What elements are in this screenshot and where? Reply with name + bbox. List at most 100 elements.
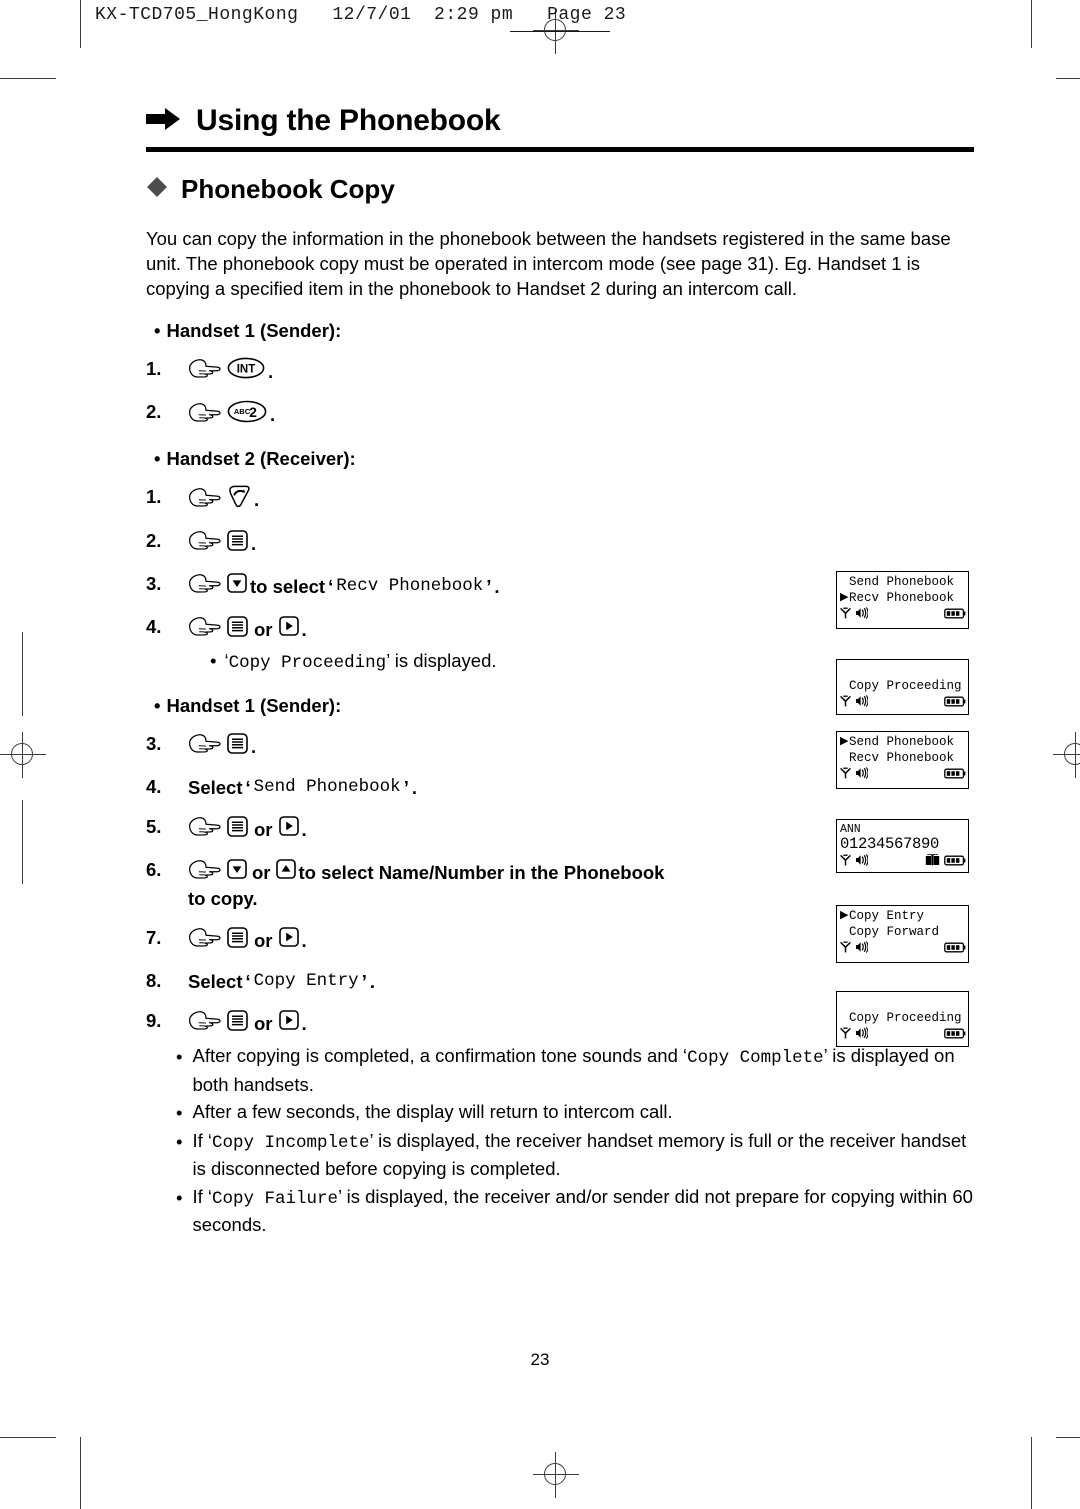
up-arrow-key-icon bbox=[275, 859, 296, 885]
down-arrow-key-icon bbox=[227, 859, 247, 885]
step-number: 9. bbox=[146, 1010, 162, 1032]
hand-pointer-icon bbox=[188, 529, 224, 557]
step-period: . bbox=[301, 1012, 307, 1034]
crop-mark-bottom-right-horizontal bbox=[1056, 1437, 1080, 1438]
cursor-arrow-icon: ▶ bbox=[840, 736, 849, 748]
registration-mark-right-middle bbox=[1053, 732, 1080, 778]
quote-close: ’ bbox=[361, 971, 367, 993]
lcd-menu-label: Copy Forward bbox=[849, 924, 940, 939]
note-fragment: If ‘ bbox=[192, 1185, 213, 1207]
speaker-icon bbox=[855, 606, 869, 624]
note-text: After a few seconds, the display will re… bbox=[192, 1099, 974, 1126]
antenna-icon bbox=[840, 1026, 851, 1044]
page-title: Using the Phonebook bbox=[196, 104, 501, 137]
note-fragment: After copying is completed, a confirmati… bbox=[192, 1045, 688, 1067]
menu-key-icon bbox=[227, 616, 248, 643]
lcd-send-phonebook: ▶ Send Phonebook Recv Phonebook bbox=[836, 731, 969, 789]
speaker-icon bbox=[855, 694, 869, 712]
hand-pointer-icon bbox=[188, 357, 224, 385]
right-arrow-icon bbox=[146, 107, 180, 135]
int-key-icon: INT bbox=[227, 357, 265, 385]
note-text: If ‘Copy Failure’ is displayed, the rece… bbox=[192, 1184, 974, 1238]
lcd-menu-row: Copy Proceeding bbox=[840, 1011, 966, 1027]
cursor-arrow-icon: ▶ bbox=[840, 910, 849, 922]
menu-value-send-phonebook: Send Phonebook bbox=[253, 777, 401, 798]
lcd-phonebook-entry: ANN 01234567890 bbox=[836, 819, 969, 873]
lcd-copy-proceeding-receiver: Copy Proceeding bbox=[836, 659, 969, 715]
lcd-menu-label: Send Phonebook bbox=[849, 575, 955, 589]
step-period: . bbox=[301, 929, 307, 951]
group-label: Handset 1 (Sender): bbox=[166, 695, 342, 717]
cursor-placeholder bbox=[840, 679, 849, 695]
crop-mark-bottom-right-vertical bbox=[1031, 1437, 1032, 1509]
note-item: • After a few seconds, the display will r… bbox=[176, 1099, 974, 1126]
bullet-dot-icon: • bbox=[154, 448, 161, 470]
step-g2-1: 1. . bbox=[146, 484, 974, 514]
substep-text: is displayed. bbox=[394, 650, 497, 672]
note-text: After copying is completed, a confirmati… bbox=[192, 1043, 974, 1097]
hand-pointer-icon bbox=[188, 732, 224, 760]
note-item: • If ‘Copy Incomplete’ is displayed, the … bbox=[176, 1128, 974, 1182]
notes-list: • After copying is completed, a confirmat… bbox=[176, 1043, 974, 1238]
speaker-icon bbox=[855, 940, 869, 958]
svg-text:INT: INT bbox=[237, 364, 256, 376]
step-period: . bbox=[411, 777, 417, 799]
quote-open: ‘ bbox=[328, 575, 334, 597]
antenna-icon bbox=[840, 853, 851, 871]
right-arrow-key-icon bbox=[278, 616, 299, 642]
antenna-icon bbox=[840, 606, 851, 624]
hand-pointer-icon bbox=[188, 1009, 224, 1037]
note-fragment: After a few seconds, the display will re… bbox=[192, 1101, 673, 1123]
display-value: Copy Complete bbox=[687, 1048, 824, 1069]
group-label: Handset 1 (Sender): bbox=[166, 320, 342, 342]
note-item: • If ‘Copy Failure’ is displayed, the rec… bbox=[176, 1184, 974, 1238]
step-instruction: to select Name/Number in the Phonebook bbox=[298, 861, 665, 883]
bullet-dot-icon: • bbox=[154, 320, 161, 342]
svg-text:2: 2 bbox=[249, 404, 257, 420]
step-number: 8. bbox=[146, 970, 162, 992]
antenna-icon bbox=[840, 694, 851, 712]
bullet-dot-icon: • bbox=[176, 1046, 183, 1068]
lcd-menu-row: Copy Proceeding bbox=[840, 679, 966, 695]
crop-mark-top-left-vertical bbox=[80, 0, 81, 48]
lcd-menu-row: ▶ Recv Phonebook bbox=[840, 591, 966, 607]
step-number: 7. bbox=[146, 927, 162, 949]
step-number: 3. bbox=[146, 573, 162, 595]
lcd-menu-row: Copy Forward bbox=[840, 925, 966, 941]
quote-open: ‘ bbox=[245, 971, 251, 993]
step-period: . bbox=[301, 818, 307, 840]
hand-pointer-icon bbox=[188, 401, 224, 429]
bullet-dot-icon: • bbox=[154, 695, 161, 717]
speaker-icon bbox=[855, 766, 869, 784]
page-number: 23 bbox=[530, 1350, 550, 1369]
crop-mark-bottom-left-vertical bbox=[80, 1437, 81, 1509]
lcd-menu-label: Send Phonebook bbox=[849, 735, 955, 749]
step-number: 1. bbox=[146, 358, 162, 380]
lcd-copy-proceeding-sender: Copy Proceeding bbox=[836, 991, 969, 1047]
step-number: 2. bbox=[146, 530, 162, 552]
lcd-menu-label: Recv Phonebook bbox=[849, 750, 955, 765]
cursor-placeholder bbox=[840, 575, 849, 591]
menu-key-icon bbox=[227, 530, 248, 557]
conjunction-or: or bbox=[252, 861, 271, 883]
menu-key-icon bbox=[227, 927, 248, 954]
step-period: . bbox=[251, 735, 257, 757]
step-period: . bbox=[254, 489, 260, 511]
phonebook-icon bbox=[925, 853, 940, 871]
step-number: 6. bbox=[146, 859, 162, 881]
group-label: Handset 2 (Receiver): bbox=[166, 448, 356, 470]
speaker-icon bbox=[855, 1026, 869, 1044]
lcd-status-bar bbox=[840, 766, 966, 784]
note-item: • After copying is completed, a confirmat… bbox=[176, 1043, 974, 1097]
lcd-menu-row: ▶ Send Phonebook bbox=[840, 735, 966, 751]
lcd-menu-row: ▶ Copy Entry bbox=[840, 909, 966, 925]
lcd-status-bar bbox=[840, 1026, 966, 1044]
crop-mark-top-right-horizontal bbox=[1056, 78, 1080, 79]
lcd-recv-phonebook: Send Phonebook ▶ Recv Phonebook bbox=[836, 571, 969, 629]
lcd-menu-row: Send Phonebook bbox=[840, 575, 966, 591]
lcd-status-bar bbox=[840, 606, 966, 624]
chapter-rule bbox=[146, 147, 974, 152]
battery-icon bbox=[944, 1026, 966, 1044]
hand-pointer-icon bbox=[188, 572, 224, 600]
lcd-menu-row: Recv Phonebook bbox=[840, 751, 966, 767]
